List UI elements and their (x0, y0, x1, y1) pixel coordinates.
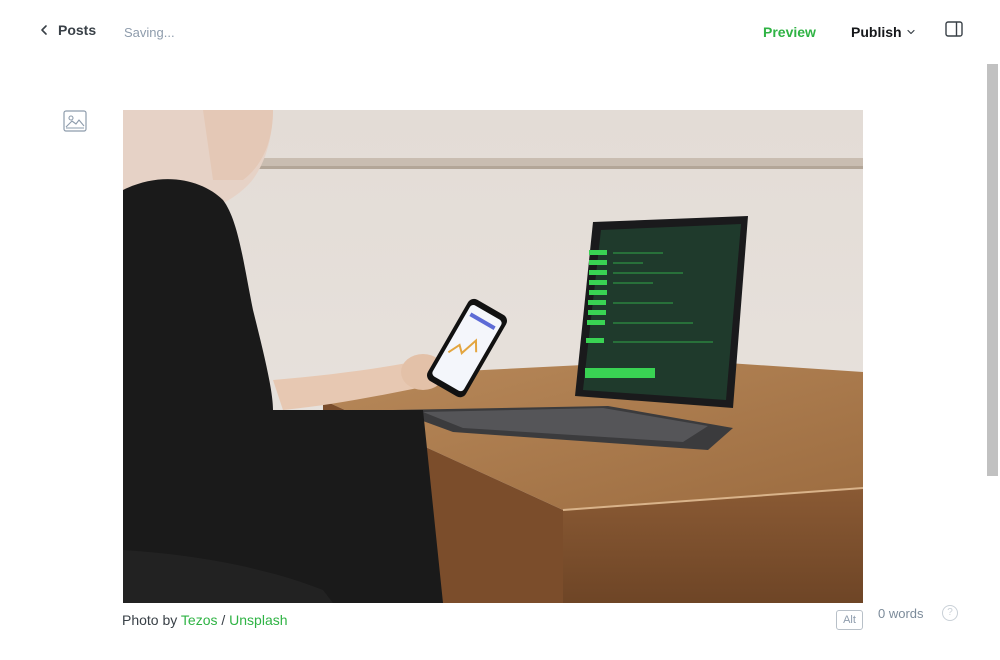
alt-text-button[interactable]: Alt (836, 610, 863, 630)
word-count: 0 words (878, 606, 924, 621)
back-label: Posts (58, 22, 97, 38)
author-link[interactable]: Tezos (181, 612, 218, 628)
chevron-down-icon (906, 29, 915, 35)
preview-button[interactable]: Preview (763, 24, 816, 40)
publish-button[interactable]: Publish (851, 24, 916, 40)
scrollbar-thumb[interactable] (987, 64, 998, 476)
sidebar-toggle-icon[interactable] (945, 21, 963, 37)
chevron-left-icon (41, 25, 47, 35)
back-to-posts-link[interactable]: Posts (38, 22, 96, 38)
editor-header: Posts Saving... Preview Publish (0, 0, 1000, 64)
caption-prefix: Photo by (122, 612, 181, 628)
image-card-icon[interactable] (63, 110, 87, 132)
image-caption[interactable]: Photo by Tezos / Unsplash (122, 612, 288, 628)
source-link[interactable]: Unsplash (229, 612, 287, 628)
featured-image[interactable] (123, 110, 863, 603)
publish-label: Publish (851, 24, 902, 40)
caption-separator: / (217, 612, 230, 628)
save-status: Saving... (124, 25, 175, 40)
photo-illustration (123, 110, 863, 603)
help-icon[interactable]: ? (942, 605, 958, 621)
